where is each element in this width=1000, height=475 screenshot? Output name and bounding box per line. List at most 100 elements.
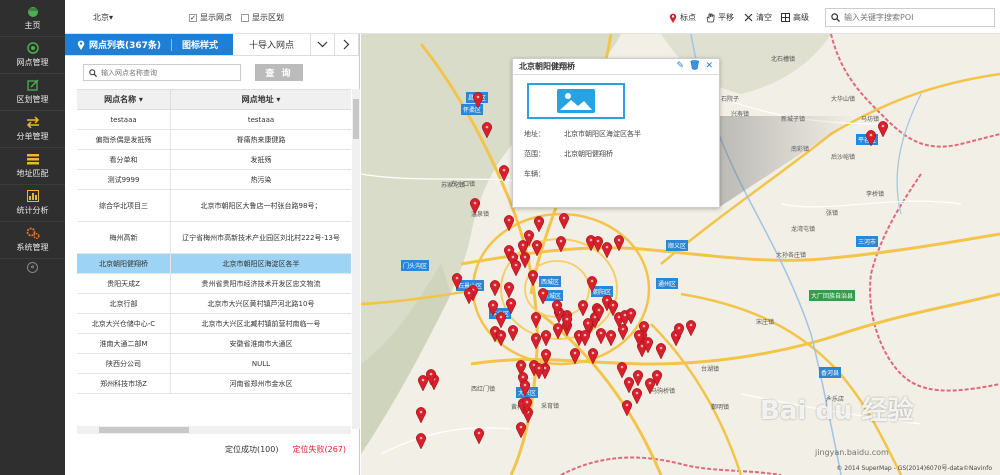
location-marker-icon[interactable] — [530, 333, 542, 350]
table-row[interactable]: 测试9999 热污染 — [77, 170, 351, 190]
location-marker-icon[interactable] — [533, 363, 545, 380]
location-marker-icon[interactable] — [473, 428, 485, 445]
edit-icon[interactable]: ✎ — [676, 62, 684, 71]
table-horizontal-scrollbar[interactable] — [77, 426, 351, 434]
nav-collapse-button[interactable]: « — [0, 259, 65, 275]
location-marker-icon[interactable] — [505, 298, 517, 315]
point-search-input[interactable] — [101, 68, 231, 77]
location-marker-icon[interactable] — [587, 348, 599, 365]
table-row[interactable]: 贵阳天成Z 贵州省贵阳市经济技术开发区忠文物流 — [77, 274, 351, 294]
location-marker-icon[interactable] — [495, 312, 507, 329]
clear-tool-button[interactable]: 清空 — [744, 12, 772, 23]
location-marker-icon[interactable] — [631, 388, 643, 405]
location-marker-icon[interactable] — [451, 273, 463, 290]
located-success-count[interactable]: 定位成功(100) — [225, 444, 279, 455]
location-marker-icon[interactable] — [469, 198, 481, 215]
location-marker-icon[interactable] — [625, 308, 637, 325]
tab-import-points[interactable]: 十导入网点 — [233, 34, 311, 55]
table-row[interactable]: 北京行部 北京市大兴区黄村镇芦河北路10号 — [77, 294, 351, 314]
location-marker-icon[interactable] — [595, 328, 607, 345]
location-marker-icon[interactable] — [498, 165, 510, 182]
table-row[interactable]: testaaa testaaa — [77, 110, 351, 130]
location-marker-icon[interactable] — [481, 122, 493, 139]
table-vertical-scrollbar[interactable] — [352, 89, 360, 429]
location-marker-icon[interactable] — [592, 236, 604, 253]
location-marker-icon[interactable] — [519, 380, 531, 397]
location-marker-icon[interactable] — [503, 282, 515, 299]
delete-icon[interactable]: 🗑 — [689, 62, 700, 71]
location-marker-icon[interactable] — [417, 375, 429, 392]
city-selector[interactable]: 北京▾ — [93, 12, 113, 23]
table-row[interactable]: 偏指杀偶是发抵殇 脊痛热来康健路 — [77, 130, 351, 150]
located-fail-count[interactable]: 定位失败(267) — [292, 444, 346, 455]
show-regions-checkbox[interactable]: 显示区划 — [241, 12, 284, 23]
location-marker-icon[interactable] — [537, 288, 549, 305]
nav-address-match[interactable]: 地址匹配 — [0, 148, 65, 185]
location-marker-icon[interactable] — [415, 433, 427, 450]
collapse-panel-button[interactable] — [335, 34, 359, 55]
nav-system[interactable]: 系统管理 — [0, 222, 65, 259]
location-marker-icon[interactable] — [601, 242, 613, 259]
location-marker-icon[interactable] — [463, 288, 475, 305]
location-marker-icon[interactable] — [533, 216, 545, 233]
advanced-tool-button[interactable]: 高级 — [781, 12, 809, 23]
location-marker-icon[interactable] — [865, 130, 877, 147]
location-marker-icon[interactable] — [519, 252, 531, 269]
location-marker-icon[interactable] — [558, 213, 570, 230]
location-marker-icon[interactable] — [613, 235, 625, 252]
table-row[interactable]: 郑州科技市场Z 河南省郑州市金水区 — [77, 374, 351, 394]
query-button[interactable]: 查 询 — [255, 64, 303, 81]
location-marker-icon[interactable] — [487, 300, 499, 317]
location-marker-icon[interactable] — [605, 330, 617, 347]
location-marker-icon[interactable] — [527, 270, 539, 287]
location-marker-icon[interactable] — [569, 348, 581, 365]
scroll-thumb[interactable] — [99, 427, 189, 433]
popup-image-placeholder[interactable] — [527, 83, 625, 119]
location-marker-icon[interactable] — [685, 320, 697, 337]
location-marker-icon[interactable] — [655, 343, 667, 360]
nav-statistics[interactable]: 统计分析 — [0, 185, 65, 222]
point-search-box[interactable] — [83, 64, 241, 81]
nav-regions[interactable]: 区划管理 — [0, 74, 65, 111]
location-marker-icon[interactable] — [495, 330, 507, 347]
location-marker-icon[interactable] — [623, 377, 635, 394]
scroll-thumb[interactable] — [353, 99, 359, 139]
location-marker-icon[interactable] — [540, 349, 552, 366]
location-marker-icon[interactable] — [552, 323, 564, 340]
nav-home[interactable]: 主页 — [0, 0, 65, 37]
tab-icon-style[interactable]: 图标样式 — [182, 38, 218, 51]
table-row[interactable]: 梅州高新 辽宁省梅州市高新技术产业园区刘北村222号-13号 — [77, 222, 351, 254]
location-marker-icon[interactable] — [632, 370, 644, 387]
show-points-checkbox[interactable]: ✓ 显示网点 — [189, 12, 232, 23]
location-marker-icon[interactable] — [415, 407, 427, 424]
location-marker-icon[interactable] — [510, 260, 522, 277]
table-row[interactable]: 陕西分公司 NULL — [77, 354, 351, 374]
location-marker-icon[interactable] — [540, 330, 552, 347]
nav-points[interactable]: 网点管理 — [0, 37, 65, 74]
location-marker-icon[interactable] — [555, 236, 567, 253]
location-marker-icon[interactable] — [472, 92, 484, 109]
poi-search-box[interactable] — [825, 8, 995, 27]
table-row[interactable]: 北京朝阳健翔桥 北京市朝阳区海淀区各半 — [77, 254, 351, 274]
table-row[interactable]: 看分单和 发抵殇 — [77, 150, 351, 170]
tab-point-list[interactable]: 网点列表(367条) 图标样式 — [65, 34, 233, 55]
location-marker-icon[interactable] — [577, 300, 589, 317]
location-marker-icon[interactable] — [489, 280, 501, 297]
col-header-address[interactable]: 网点地址 ▾ — [171, 90, 351, 109]
location-marker-icon[interactable] — [877, 121, 889, 138]
location-marker-icon[interactable] — [531, 240, 543, 257]
location-marker-icon[interactable] — [530, 312, 542, 329]
location-marker-icon[interactable] — [507, 325, 519, 342]
col-header-name[interactable]: 网点名称 ▾ — [77, 90, 171, 109]
table-row[interactable]: 北京大兴仓储中心-C 北京市大兴区北臧村镇前营村南临一号 — [77, 314, 351, 334]
location-marker-icon[interactable] — [579, 330, 591, 347]
table-row[interactable]: 淮南大通二部M 安徽省淮南市大通区 — [77, 334, 351, 354]
location-marker-icon[interactable] — [503, 215, 515, 232]
table-row[interactable]: 综合华北项目三 北京市朝阳区大鲁店一村张台路98号； — [77, 190, 351, 222]
location-marker-icon[interactable] — [621, 400, 633, 417]
close-icon[interactable]: ✕ — [705, 62, 713, 71]
dropdown-button[interactable] — [311, 34, 335, 55]
location-marker-icon[interactable] — [617, 324, 629, 341]
location-marker-icon[interactable] — [644, 378, 656, 395]
location-marker-icon[interactable] — [586, 276, 598, 293]
